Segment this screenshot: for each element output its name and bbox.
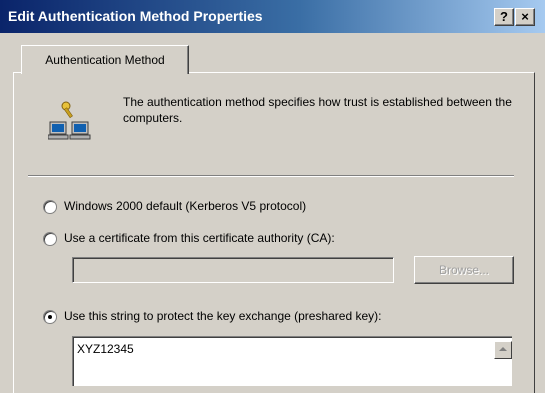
- window-title: Edit Authentication Method Properties: [8, 8, 263, 24]
- scroll-up-button[interactable]: [494, 341, 512, 359]
- browse-button[interactable]: Browse...: [414, 256, 514, 284]
- radio-preshared-key[interactable]: [43, 310, 57, 324]
- radio-preshared-key-label[interactable]: Use this string to protect the key excha…: [64, 309, 382, 323]
- description-text: The authentication method specifies how …: [123, 95, 512, 125]
- title-bar[interactable]: Edit Authentication Method Properties ? …: [0, 0, 545, 33]
- radio-certificate-label[interactable]: Use a certificate from this certificate …: [64, 231, 335, 245]
- radio-kerberos-label[interactable]: Windows 2000 default (Kerberos V5 protoc…: [64, 199, 306, 213]
- help-button[interactable]: ?: [494, 8, 514, 26]
- separator: [28, 175, 514, 177]
- dialog-window: Edit Authentication Method Properties ? …: [0, 0, 545, 393]
- tab-authentication-method[interactable]: Authentication Method: [21, 45, 189, 74]
- radio-certificate[interactable]: [43, 232, 57, 246]
- radio-kerberos[interactable]: [43, 200, 57, 214]
- close-button[interactable]: ×: [515, 8, 535, 26]
- computers-key-icon: [48, 101, 91, 140]
- preshared-key-value: XYZ12345: [77, 342, 134, 356]
- certificate-authority-field[interactable]: [72, 257, 394, 283]
- preshared-key-input[interactable]: XYZ12345: [72, 336, 512, 386]
